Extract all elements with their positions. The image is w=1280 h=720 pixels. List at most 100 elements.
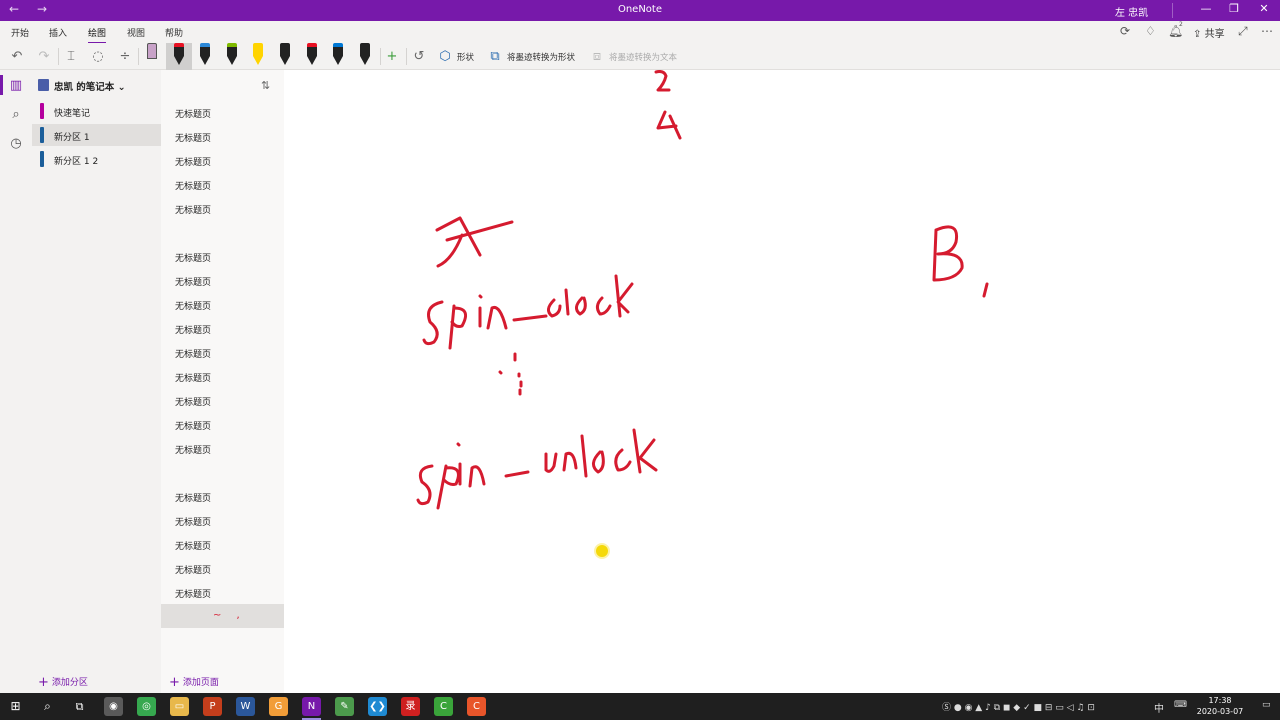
navigation-rail: ▥ ⌕ ◷ (0, 70, 32, 693)
section-item[interactable]: 快速笔记 (32, 100, 161, 122)
taskbar-notepad-icon[interactable]: ✎ (335, 697, 354, 716)
sort-icon[interactable]: ⇅ (261, 79, 270, 92)
undo-icon[interactable]: ↶ (9, 49, 25, 64)
tab-insert[interactable]: 插入 (49, 26, 67, 39)
ink-to-text-icon[interactable]: ⧈ (589, 49, 605, 64)
taskbar-screen-recorder-icon[interactable]: 录 (401, 697, 420, 716)
page-title: 无标题页 (175, 350, 212, 360)
share-button[interactable]: ⇪ 共享 (1193, 25, 1225, 40)
page-item[interactable]: 无标题页 (161, 268, 284, 292)
ink-replay-icon[interactable]: ↺ (411, 49, 427, 64)
page-item[interactable]: 无标题页 (161, 292, 284, 316)
taskbar-powerpoint-icon[interactable]: P (203, 697, 222, 716)
action-center-icon[interactable]: ▭ (1262, 700, 1271, 710)
page-item[interactable]: 无标题页 (161, 244, 284, 268)
section-item[interactable]: 新分区 1 2 (32, 148, 161, 170)
notebooks-icon[interactable]: ▥ (0, 75, 24, 95)
page-item[interactable]: 无标题页 (161, 580, 284, 604)
selected-page[interactable]: ~ , (161, 604, 284, 628)
menu-bar: 开始 插入 绘图 视图 帮助 ⟳ ♢ 🔔︎ 2 ⇪ 共享 ⤢ ⋯ (0, 21, 1280, 44)
add-section-label: 添加分区 (51, 678, 88, 688)
keyboard-icon[interactable]: ⌨ (1174, 700, 1187, 710)
tray-icons[interactable]: Ⓢ ● ◉ ▲ ♪ ⧉ ◼ ◆ ✓ ■ ⊟ ▭ ◁ ♫ ⊡ (942, 700, 1095, 713)
page-item[interactable]: 无标题页 (161, 532, 284, 556)
ink-ellipsis (498, 352, 523, 396)
draw-toolbar: ↶ ↷ ⌶ ◌ ÷ + ↺ ⬡ 形状 ⧉ 将墨迹转换为形状 ⧈ 将墨迹转换为文本 (0, 43, 1280, 70)
add-section-button[interactable]: + 添加分区 (38, 674, 88, 690)
add-page-button[interactable]: + 添加页面 (169, 674, 219, 690)
lasso-select-icon[interactable]: ◌ (90, 49, 106, 64)
title-bar: ← → OneNote 左 忠凯 — ❐ ✕ (0, 0, 1280, 21)
taskbar-word-icon[interactable]: W (236, 697, 255, 716)
pen-icon[interactable] (331, 43, 345, 67)
user-name[interactable]: 左 忠凯 (1115, 4, 1148, 19)
redo-icon[interactable]: ↷ (36, 49, 52, 64)
task-view-icon[interactable]: ⧉ (70, 697, 89, 716)
more-options-icon[interactable]: ⋯ (1261, 24, 1273, 38)
taskbar-vscode-icon[interactable]: ❮❯ (368, 697, 387, 716)
sync-icon[interactable]: ⟳ (1120, 24, 1130, 38)
clock-date: 2020-03-07 (1196, 707, 1244, 716)
page-item[interactable]: 无标题页 (161, 364, 284, 388)
page-title: 无标题页 (175, 302, 212, 312)
tab-help[interactable]: 帮助 (165, 26, 183, 39)
taskbar-onenote-icon[interactable]: N (302, 697, 321, 720)
page-item[interactable]: 无标题页 (161, 412, 284, 436)
page-item[interactable]: 无标题页 (161, 196, 284, 220)
ink-to-shape-icon[interactable]: ⧉ (487, 49, 503, 64)
ink-to-text-button[interactable]: 将墨迹转换为文本 (609, 51, 677, 63)
tab-home[interactable]: 开始 (11, 26, 29, 39)
notebook-title[interactable]: 忠凯 的笔记本 ⌄ (54, 79, 126, 93)
taskbar-camtasia-green-icon[interactable]: C (434, 697, 453, 716)
taskbar-360-icon[interactable]: ◎ (137, 697, 156, 716)
close-button[interactable]: ✕ (1254, 2, 1274, 15)
pen-icon[interactable] (172, 43, 186, 67)
pen-icon[interactable] (305, 43, 319, 67)
pen-icon[interactable] (225, 43, 239, 67)
pen-icon[interactable] (358, 43, 372, 67)
lightbulb-icon[interactable]: ♢ (1145, 24, 1156, 38)
eraser-icon[interactable] (145, 43, 159, 67)
highlighter-icon[interactable] (251, 43, 265, 67)
page-item[interactable]: 无标题页 (161, 340, 284, 364)
page-item[interactable]: 无标题页 (161, 124, 284, 148)
ime-indicator[interactable]: 中 (1154, 700, 1164, 715)
ink-letter-b (932, 225, 964, 282)
type-select-icon[interactable]: ⌶ (63, 49, 79, 64)
taskbar-camtasia-orange-icon[interactable]: C (467, 697, 486, 716)
taskbar-chrome-like-icon[interactable]: G (269, 697, 288, 716)
add-pen-icon[interactable]: + (384, 49, 400, 64)
pen-icon[interactable] (278, 43, 292, 67)
tab-view[interactable]: 视图 (127, 26, 145, 39)
page-item[interactable]: 无标题页 (161, 100, 284, 124)
taskbar-camera-icon[interactable]: ◉ (104, 697, 123, 716)
page-item[interactable]: 无标题页 (161, 556, 284, 580)
section-label: 快速笔记 (54, 109, 91, 119)
shapes-icon[interactable]: ⬡ (437, 49, 453, 64)
page-item[interactable]: 无标题页 (161, 388, 284, 412)
restore-button[interactable]: ❐ (1224, 2, 1244, 15)
page-canvas[interactable] (284, 70, 1280, 693)
pen-icon[interactable] (198, 43, 212, 67)
shapes-label[interactable]: 形状 (457, 51, 474, 63)
section-item[interactable]: 新分区 1 (32, 124, 161, 146)
ink-to-shape-button[interactable]: 将墨迹转换为形状 (507, 51, 575, 63)
page-title: 无标题页 (175, 158, 212, 168)
page-item[interactable]: 无标题页 (161, 436, 284, 460)
minimize-button[interactable]: — (1196, 2, 1216, 15)
toolbar-separator (406, 48, 407, 65)
taskbar-search-icon[interactable]: ⌕ (38, 697, 57, 716)
add-space-icon[interactable]: ÷ (117, 49, 133, 64)
page-item[interactable]: 无标题页 (161, 484, 284, 508)
page-item[interactable]: 无标题页 (161, 316, 284, 340)
page-item[interactable]: 无标题页 (161, 148, 284, 172)
page-item[interactable]: 无标题页 (161, 172, 284, 196)
windows-start-icon[interactable]: ⊞ (6, 697, 25, 716)
taskbar-explorer-icon[interactable]: ▭ (170, 697, 189, 716)
search-icon[interactable]: ⌕ (8, 107, 24, 122)
page-item[interactable]: 无标题页 (161, 508, 284, 532)
tab-draw[interactable]: 绘图 (88, 26, 107, 44)
taskbar-clock[interactable]: 17:38 2020-03-07 (1195, 695, 1245, 717)
recent-notes-icon[interactable]: ◷ (8, 136, 24, 151)
expand-icon[interactable]: ⤢ (1238, 24, 1248, 39)
